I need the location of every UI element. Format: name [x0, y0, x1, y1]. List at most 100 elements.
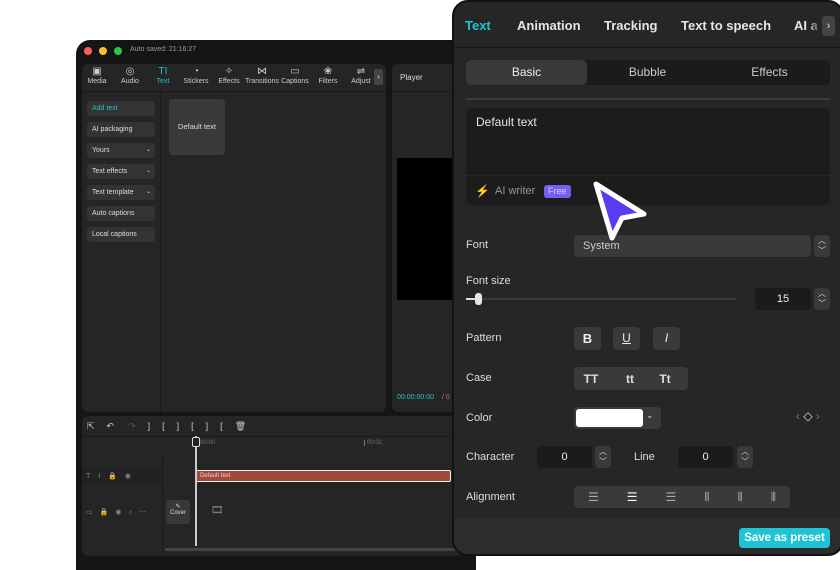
sidebar-item-add-text[interactable]: Add text [87, 101, 155, 116]
captions-icon: ▭ [290, 66, 300, 77]
vertical-align-top-icon[interactable]: ⦀ [704, 490, 709, 505]
character-spacing-input[interactable]: 0 [537, 446, 592, 468]
text-content-input[interactable]: Default text [466, 108, 830, 175]
timeline-tools: ⇱↶↷][][][🗑 [87, 421, 258, 432]
font-stepper[interactable]: ︿ ﹀ [814, 235, 830, 257]
undo-icon[interactable]: ↶ [107, 421, 129, 431]
toolbar-scroll-right-button[interactable]: › [374, 69, 383, 85]
player-title: Player [400, 73, 423, 82]
next-keyframe-icon: › [815, 409, 820, 423]
text-track-controls[interactable]: TI🔒◉ [86, 472, 139, 480]
select-tool-icon[interactable]: ⇱ [87, 421, 107, 431]
sidebar-item-text-template[interactable]: Text template ⌄ [87, 185, 155, 200]
effects-icon: ✧ [224, 66, 234, 77]
sidebar-item-ai-packaging[interactable]: AI packaging [87, 122, 155, 137]
player-duration: / 0 [442, 394, 450, 401]
toolbar-audio[interactable]: ◎ Audio [112, 66, 148, 85]
timeline-scrollbar[interactable] [165, 548, 455, 551]
keyframe-nav[interactable]: ‹ ◇ › [796, 409, 820, 423]
split-icon[interactable]: ][ [148, 421, 177, 431]
case-title-button[interactable]: Tt [652, 372, 678, 386]
transitions-icon: ⋈ [257, 66, 267, 77]
sidebar-item-label: Auto captions [92, 210, 135, 217]
sidebar-item-local-captions[interactable]: Local captions [87, 227, 155, 242]
toolbar-label: Adjust [351, 78, 371, 85]
character-label: Character [466, 451, 515, 463]
case-upper-button[interactable]: TT [578, 372, 604, 386]
playhead[interactable] [195, 436, 197, 546]
toolbar-captions[interactable]: ▭ Captions [277, 66, 313, 85]
font-size-slider-thumb[interactable] [475, 293, 482, 305]
save-as-preset-button[interactable]: Save as preset [739, 528, 830, 548]
tab-tracking[interactable]: Tracking [604, 18, 657, 33]
subtab-basic[interactable]: Basic [466, 60, 587, 85]
tabs-scroll-right-button[interactable]: › [822, 16, 835, 36]
sidebar-item-label: Local captions [92, 231, 137, 238]
font-size-input[interactable]: 15 [755, 288, 811, 310]
alignment-label: Alignment [466, 491, 515, 503]
toolbar-label: Text [156, 78, 170, 85]
sidebar-item-text-effects[interactable]: Text effects ⌄ [87, 164, 155, 179]
bold-button[interactable]: B [574, 327, 601, 350]
autosave-status: Auto saved: 21:16:27 [130, 46, 197, 53]
split-right-icon[interactable]: ][ [206, 421, 235, 431]
vertical-align-bottom-icon[interactable]: ⦀ [771, 490, 776, 505]
alignment-group: ☰ ☰ ☰ ⦀ ⦀ ⦀ [574, 486, 790, 508]
cover-button[interactable]: ✎ Cover [166, 500, 190, 524]
toolbar-transitions[interactable]: ⋈ Transitions [244, 66, 280, 85]
tab-animation[interactable]: Animation [517, 18, 581, 33]
sidebar-item-label: AI packaging [92, 126, 133, 133]
free-badge: Free [544, 185, 571, 198]
default-text-card[interactable]: Default text [169, 99, 225, 155]
character-spacing-stepper[interactable]: ︿ ﹀ [595, 446, 611, 468]
subtab-effects[interactable]: Effects [709, 60, 830, 85]
tab-text-to-speech[interactable]: Text to speech [681, 18, 771, 33]
ai-writer-label[interactable]: AI writer [495, 185, 535, 197]
line-spacing-stepper[interactable]: ︿ ﹀ [737, 446, 753, 468]
vertical-align-center-icon[interactable]: ⦀ [737, 490, 742, 505]
align-right-icon[interactable]: ☰ [665, 490, 676, 504]
maximize-window-button[interactable] [114, 47, 122, 55]
text-clip[interactable]: Default text [195, 470, 451, 482]
case-label: Case [466, 372, 492, 384]
underline-button[interactable]: U [613, 327, 640, 350]
toolbar-filters[interactable]: ❀ Filters [310, 66, 346, 85]
sidebar-item-label: Text template [92, 189, 134, 196]
align-left-icon[interactable]: ☰ [588, 490, 599, 504]
sidebar-item-label: Text effects [92, 168, 128, 175]
ruler-label: 00:02 [364, 440, 382, 446]
font-size-label: Font size [466, 275, 511, 287]
split-left-icon[interactable]: ][ [177, 421, 206, 431]
chevron-down-icon: ⌄ [145, 189, 151, 195]
sidebar-item-yours[interactable]: Yours ⌄ [87, 143, 155, 158]
tab-text[interactable]: Text [465, 18, 491, 33]
toolbar-text[interactable]: TI Text [145, 66, 181, 85]
video-preview [397, 158, 457, 300]
minimize-window-button[interactable] [99, 47, 107, 55]
close-window-button[interactable] [84, 47, 92, 55]
toolbar-label: Filters [318, 78, 338, 85]
video-track-controls[interactable]: ▭🔒◉♪⋯ [86, 508, 153, 516]
toolbar-media[interactable]: ▣ Media [79, 66, 115, 85]
toolbar-stickers[interactable]: ◔ Stickers [178, 66, 214, 85]
toolbar-effects[interactable]: ✧ Effects [211, 66, 247, 85]
sidebar-item-auto-captions[interactable]: Auto captions [87, 206, 155, 221]
edit-icon: ✎ [175, 504, 181, 510]
delete-icon[interactable]: 🗑 [235, 421, 258, 431]
line-spacing-input[interactable]: 0 [678, 446, 733, 468]
toolbar-label: Stickers [183, 78, 209, 85]
color-swatch[interactable] [576, 409, 643, 427]
subtab-bubble[interactable]: Bubble [587, 60, 708, 85]
toolbar-label: Captions [281, 78, 309, 85]
italic-button[interactable]: I [653, 327, 680, 350]
tab-ai[interactable]: AI a [794, 18, 822, 33]
font-size-stepper[interactable]: ︿ ﹀ [814, 288, 830, 310]
sidebar-item-label: Add text [92, 105, 118, 112]
filters-icon: ❀ [323, 66, 333, 77]
case-lower-button[interactable]: tt [617, 372, 643, 386]
redo-icon[interactable]: ↷ [128, 421, 148, 431]
chevron-down-icon[interactable]: ⌄ [646, 410, 654, 421]
font-size-slider[interactable] [466, 298, 736, 300]
align-center-icon[interactable]: ☰ [627, 490, 638, 504]
pattern-label: Pattern [466, 332, 502, 344]
